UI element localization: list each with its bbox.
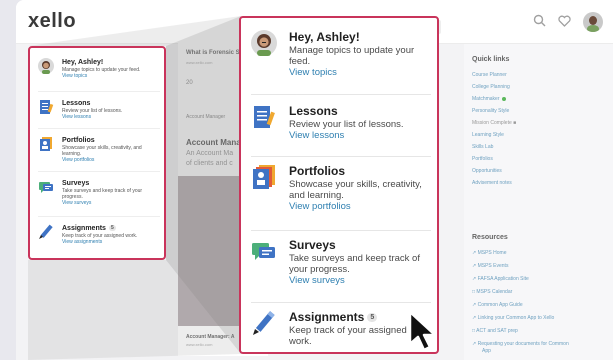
resource-label[interactable]: MSPS Events xyxy=(478,263,509,269)
view-lessons-link[interactable]: View lessons xyxy=(62,114,162,121)
quick-link[interactable]: Learning Style xyxy=(472,132,504,138)
feed-card-source: www.xello.com xyxy=(186,342,213,347)
view-portfolios-link[interactable]: View portfolios xyxy=(289,201,431,213)
count-badge: 5 xyxy=(108,225,116,232)
mouse-cursor-icon xyxy=(408,310,437,352)
task-title: Surveys xyxy=(289,238,336,252)
xello-logo[interactable]: xello xyxy=(28,10,76,33)
task-title: Lessons xyxy=(62,100,91,107)
divider xyxy=(38,216,160,217)
task-desc: Showcase your skills, creativity, and le… xyxy=(289,179,422,201)
quick-links-title: Quick links xyxy=(472,56,510,63)
feed-card-title[interactable]: Account Manager: A xyxy=(186,334,234,340)
divider xyxy=(251,94,431,95)
task-desc: Showcase your skills, creativity, and le… xyxy=(62,145,142,157)
feed-text: of clients and c xyxy=(186,160,233,167)
resource-link-continued[interactable]: App xyxy=(482,348,491,354)
view-lessons-link[interactable]: View lessons xyxy=(289,130,431,142)
divider xyxy=(38,128,160,129)
view-topics-link[interactable]: View topics xyxy=(289,67,431,79)
task-desc: Take surveys and keep track of your prog… xyxy=(62,188,143,200)
task-title-text: Assignments xyxy=(62,225,106,232)
feed-text: An Account Ma xyxy=(186,150,234,157)
task-title: Hey, Ashley! xyxy=(289,30,360,44)
view-assignments-link[interactable]: View assignments xyxy=(62,239,162,246)
task-title: Assignments 5 xyxy=(62,224,162,233)
quick-link[interactable]: Mission Complete ■ xyxy=(472,120,516,126)
resource-link[interactable]: □ ACT and SAT prep xyxy=(472,328,518,334)
portfolio-icon xyxy=(40,137,52,151)
lessons-icon xyxy=(40,100,54,114)
task-title: Surveys xyxy=(62,180,90,187)
task-title-text: Assignments xyxy=(289,310,365,324)
status-dot-icon xyxy=(501,96,506,101)
task-desc: Take surveys and keep track of your prog… xyxy=(289,253,420,275)
resource-label[interactable]: FAFSA Application Site xyxy=(478,276,529,282)
quick-link[interactable]: Advisement notes xyxy=(472,180,512,186)
task-panel-original: Hey, Ashley! Manage topics to update you… xyxy=(28,46,166,260)
divider xyxy=(251,156,431,157)
search-icon[interactable] xyxy=(533,14,546,30)
portfolio-icon xyxy=(253,165,275,189)
feed-heading: Account Manag xyxy=(186,138,246,147)
task-title: Hey, Ashley! xyxy=(62,59,104,66)
task-title: Lessons xyxy=(289,104,338,118)
pencil-icon xyxy=(253,311,275,335)
task-title: Portfolios xyxy=(289,164,345,178)
view-surveys-link[interactable]: View surveys xyxy=(289,275,431,287)
quick-link[interactable]: Skills Lab xyxy=(472,144,493,150)
quick-link[interactable]: Personality Style xyxy=(472,108,509,114)
view-surveys-link[interactable]: View surveys xyxy=(62,200,162,207)
sidebar-right: Quick links Course Planner College Plann… xyxy=(464,44,613,360)
resource-label[interactable]: Linking your Common App to Xello xyxy=(478,315,555,321)
quick-link-label[interactable]: Matchmaker xyxy=(472,96,500,102)
divider xyxy=(251,230,431,231)
view-portfolios-link[interactable]: View portfolios xyxy=(62,157,162,164)
resource-link[interactable]: □ MSPS Calendar xyxy=(472,289,512,295)
lock-icon: ■ xyxy=(513,120,517,126)
divider xyxy=(38,171,160,172)
lessons-icon xyxy=(254,106,275,128)
resource-label[interactable]: MSPS Calendar xyxy=(476,289,512,295)
feed-card-title[interactable]: What is Forensic Sc xyxy=(186,50,243,56)
task-panel-zoomed: Hey, Ashley! Manage topics to update you… xyxy=(239,16,439,354)
task-desc: Manage topics to update your feed. xyxy=(289,45,415,67)
reaction-count[interactable]: 20 xyxy=(186,80,193,86)
avatar xyxy=(38,58,54,74)
heart-icon[interactable] xyxy=(558,14,571,30)
quick-link-label[interactable]: Mission Complete xyxy=(472,120,512,126)
quick-link[interactable]: Opportunities xyxy=(472,168,502,174)
resource-label[interactable]: Common App Guide xyxy=(478,302,523,308)
quick-link[interactable]: Matchmaker xyxy=(472,96,506,102)
feed-card-source: www.xello.com xyxy=(186,60,213,65)
divider xyxy=(38,91,160,92)
quick-link[interactable]: Course Planner xyxy=(472,72,507,78)
avatar[interactable] xyxy=(583,12,603,32)
resource-label[interactable]: Requesting your documents for Common xyxy=(478,341,569,347)
resources-title: Resources xyxy=(472,234,508,241)
pencil-icon xyxy=(39,224,53,239)
count-badge: 5 xyxy=(367,313,378,323)
quick-link[interactable]: College Planning xyxy=(472,84,510,90)
resource-link[interactable]: ↗ Requesting your documents for Common xyxy=(472,341,569,347)
view-topics-link[interactable]: View topics xyxy=(62,73,162,80)
top-icons xyxy=(533,12,603,32)
avatar xyxy=(251,30,277,56)
task-title: Portfolios xyxy=(62,137,95,144)
resource-link[interactable]: ↗ Linking your Common App to Xello xyxy=(472,315,554,321)
surveys-icon xyxy=(39,182,53,193)
quick-link[interactable]: Portfolios xyxy=(472,156,493,162)
resource-link[interactable]: ↗ MSPS Home xyxy=(472,250,507,256)
resource-link[interactable]: ↗ FAFSA Application Site xyxy=(472,276,529,282)
resource-label[interactable]: ACT and SAT prep xyxy=(476,328,518,334)
surveys-icon xyxy=(252,243,275,260)
feed-section-label: Account Manager xyxy=(186,114,226,120)
resource-label[interactable]: MSPS Home xyxy=(478,250,507,256)
divider xyxy=(251,302,431,303)
task-desc: Review your list of lessons. xyxy=(289,119,404,130)
resource-link[interactable]: ↗ MSPS Events xyxy=(472,263,508,269)
resource-link[interactable]: ↗ Common App Guide xyxy=(472,302,523,308)
